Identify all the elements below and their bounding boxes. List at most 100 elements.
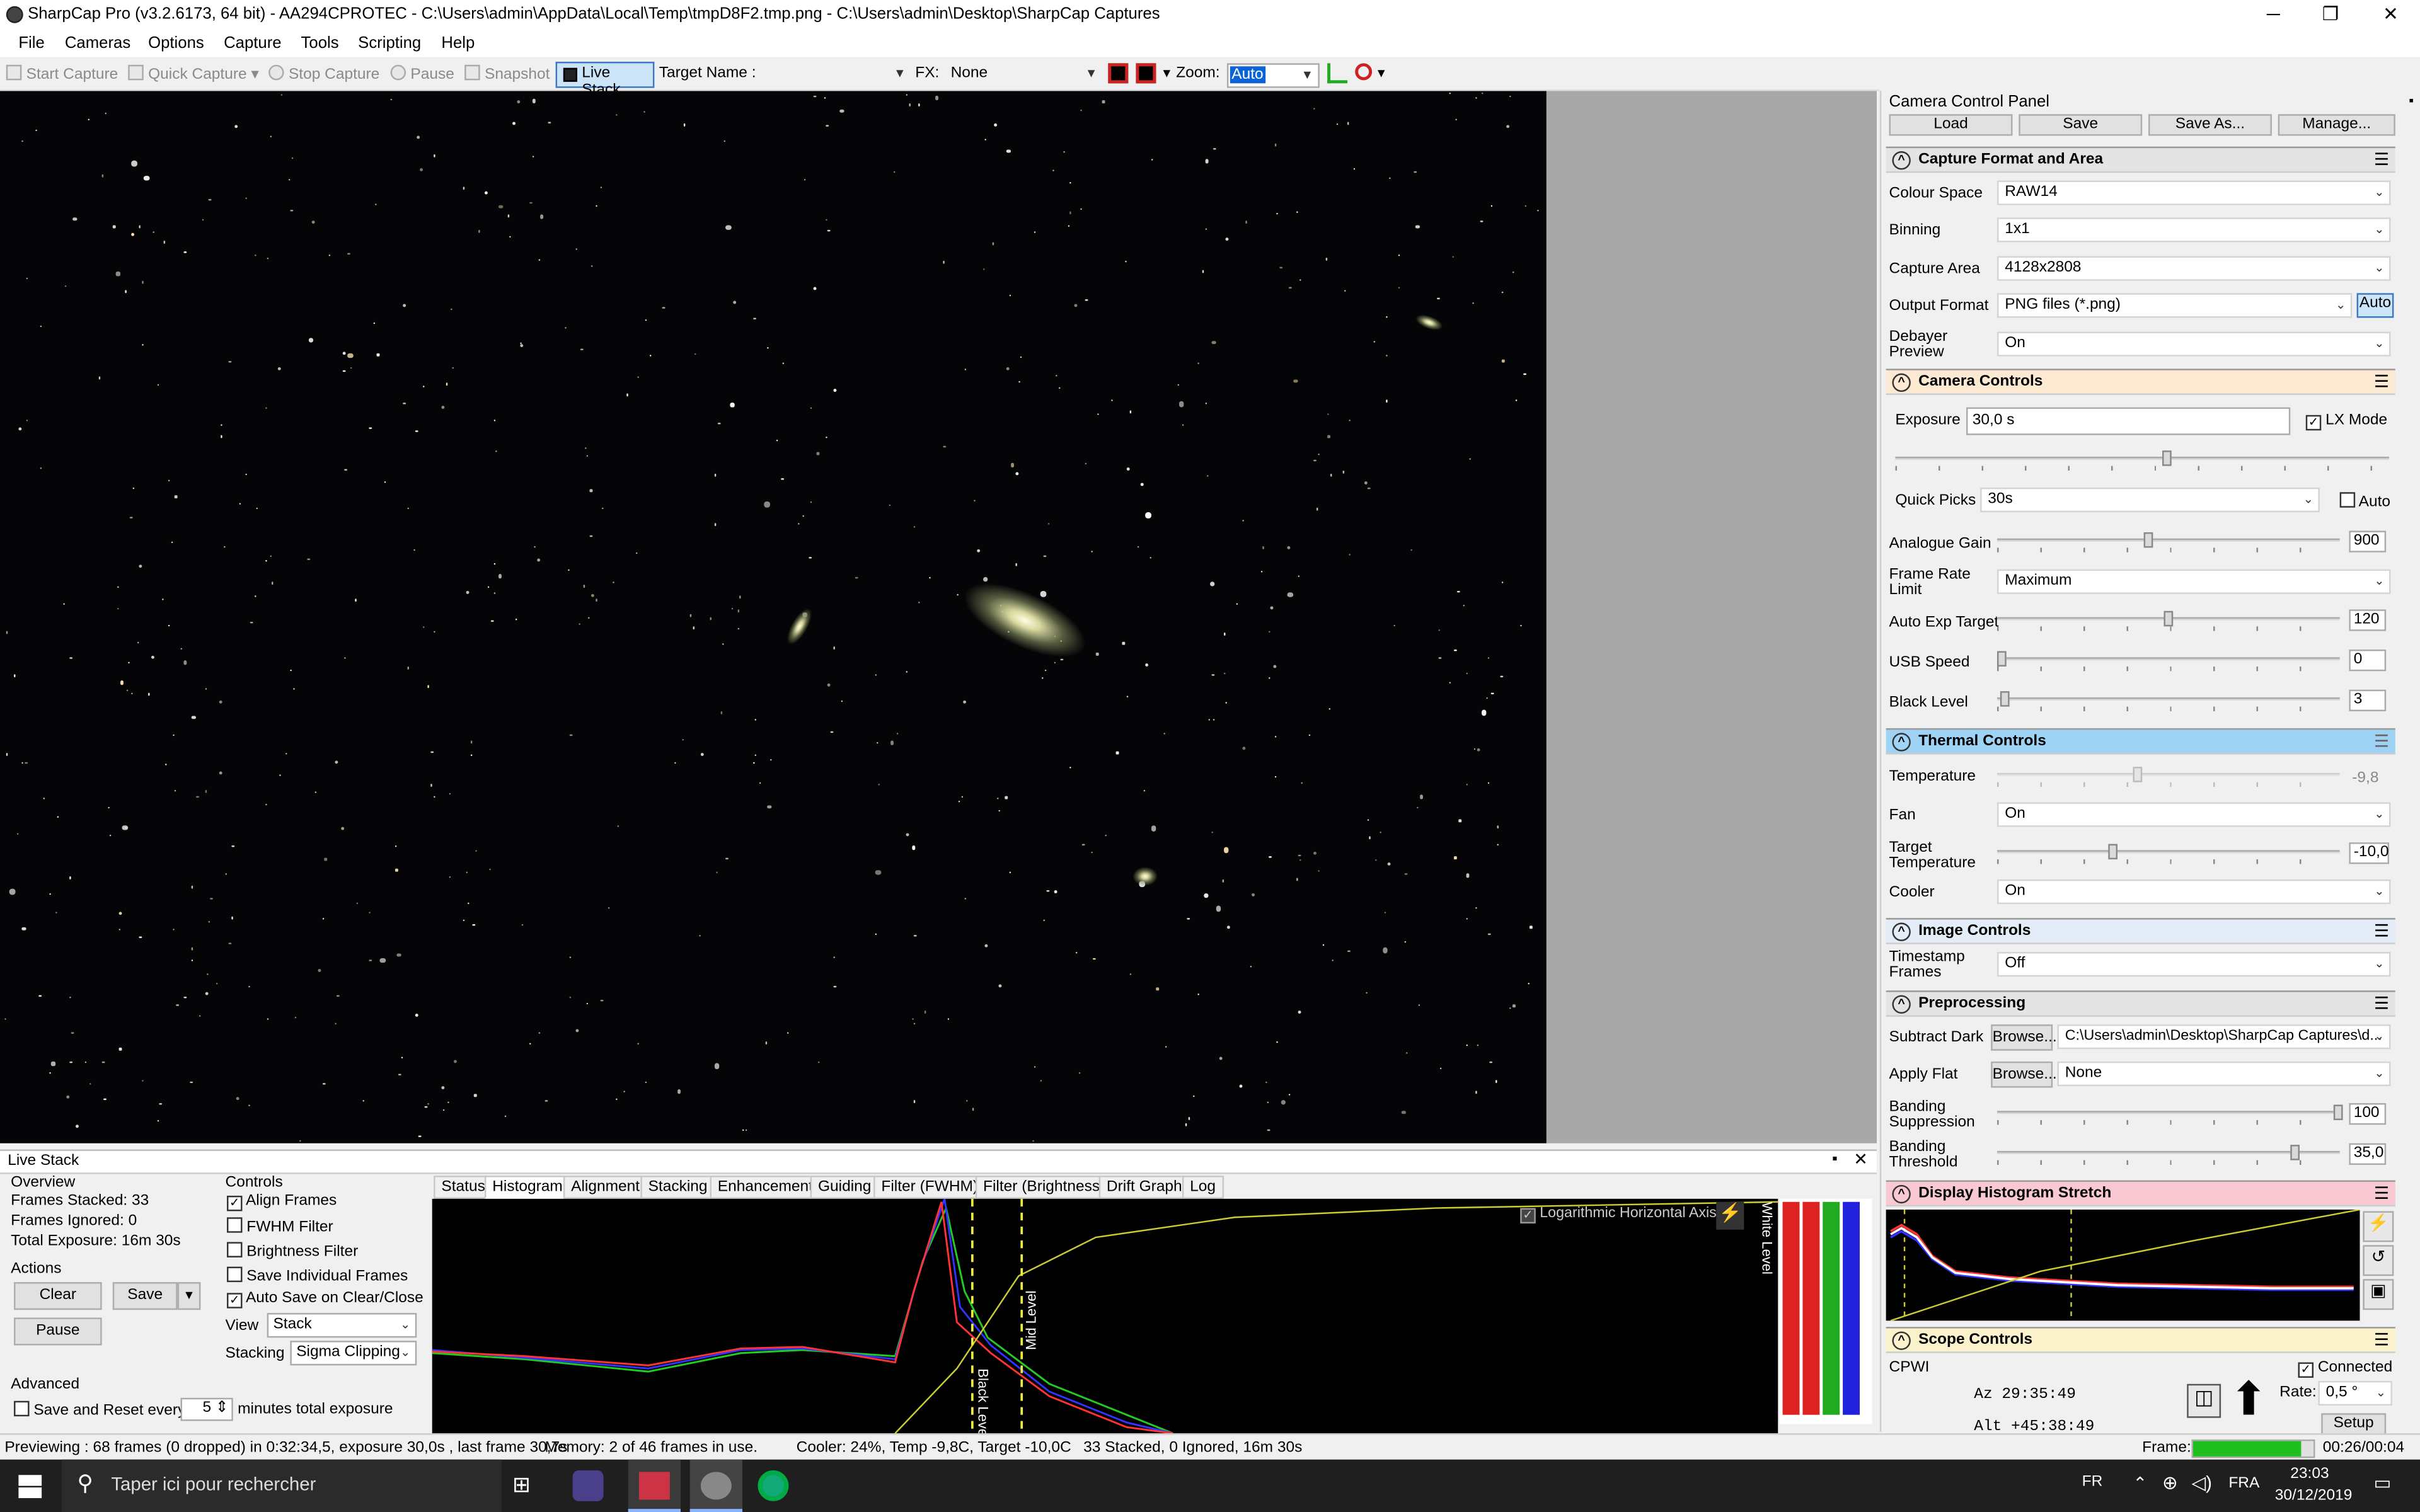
timestamp-frames-select[interactable]: Off ⌄ [1997,952,2391,977]
menu-scripting[interactable]: Scripting [358,34,421,52]
slider-thumb[interactable] [2290,1145,2300,1160]
camera-controls-header[interactable]: ^ Camera Controls ☰ [1886,369,2395,395]
menu-cameras[interactable]: Cameras [65,34,130,52]
scope-controls-header[interactable]: ^ Scope Controls ☰ [1886,1327,2395,1353]
stack-pause-button[interactable]: Pause [14,1317,102,1346]
auto-exp-target-slider[interactable] [1997,610,2340,631]
frame-rate-limit-select[interactable]: Maximum ⌄ [1997,569,2391,594]
reticle-icon[interactable] [1108,63,1129,84]
pin-icon[interactable]: ▪ [1832,1151,1838,1168]
align-frames-checkbox[interactable]: ✓ Align Frames [227,1193,337,1211]
slider-thumb[interactable] [2108,844,2118,860]
black-level-slider[interactable] [1997,691,2340,711]
preview-image[interactable] [0,91,1547,1143]
tab-histogram[interactable]: Histogram [484,1176,571,1199]
tab-filter-fwhm[interactable]: Filter (FWHM) [873,1176,986,1199]
stacking-select[interactable]: Sigma Clipping ⌄ [290,1341,417,1366]
menu-icon[interactable]: ☰ [2374,372,2389,392]
thermal-controls-header[interactable]: ^ Thermal Controls ☰ [1886,728,2395,755]
green-slider-bar[interactable] [1823,1201,1840,1415]
auto-stretch-icon[interactable]: ⚡ [2363,1211,2394,1242]
menu-icon[interactable]: ☰ [2374,1183,2389,1203]
preprocessing-header[interactable]: ^ Preprocessing ☰ [1886,990,2395,1017]
capture-area-select[interactable]: 4128x2808 ⌄ [1997,256,2391,281]
close-icon[interactable]: ✕ [1853,1149,1868,1169]
chevron-up-icon[interactable]: ⌃ [2133,1474,2147,1493]
analogue-gain-input[interactable]: 900 [2349,530,2387,553]
usb-speed-input[interactable]: 0 [2349,650,2387,672]
tab-filter-brightness[interactable]: Filter (Brightness) [975,1176,1113,1199]
menu-icon[interactable]: ☰ [2374,921,2389,941]
menu-capture[interactable]: Capture [224,34,281,52]
quick-picks-auto-checkbox[interactable]: Auto [2339,492,2390,511]
slider-thumb[interactable] [2164,610,2174,627]
menu-help[interactable]: Help [441,34,475,52]
tab-drift-graph[interactable]: Drift Graph [1098,1176,1190,1199]
fwhm-filter-checkbox[interactable]: FWHM Filter [227,1217,333,1236]
stack-histogram[interactable]: ✓ Logarithmic Horizontal Axis ⚡ Mid Leve… [432,1198,1778,1434]
save-reset-checkbox[interactable]: Save and Reset every [14,1400,185,1419]
auto-exp-target-input[interactable]: 120 [2349,609,2387,631]
minimize-icon[interactable]: ─ [2247,0,2300,31]
log-axis-checkbox[interactable]: ✓ Logarithmic Horizontal Axis [1520,1205,1717,1224]
cooler-select[interactable]: On ⌄ [1997,879,2391,905]
tab-guiding[interactable]: Guiding [810,1176,879,1199]
collapse-icon[interactable]: ^ [1892,1184,1911,1204]
output-format-select[interactable]: PNG files (*.png) ⌄ [1997,293,2353,318]
task-view-icon[interactable]: ⊞ [512,1472,531,1498]
menu-icon[interactable]: ☰ [2374,150,2389,169]
slider-thumb[interactable] [2000,691,2010,707]
banding-threshold-input[interactable]: 35,0 [2349,1143,2387,1165]
exposure-slider[interactable] [1895,450,2390,471]
exposure-input[interactable]: 30,0 s [1966,407,2291,435]
save-button[interactable]: Save [2019,114,2143,136]
clock-date[interactable]: 30/12/2019 [2275,1487,2353,1504]
live-stack-button[interactable]: Live Stack [555,61,655,99]
start-capture-button[interactable]: Start Capture [6,64,118,83]
chevron-down-icon[interactable]: ▼ [1161,66,1173,80]
output-auto-button[interactable]: Auto [2356,293,2394,318]
slider-thumb[interactable] [2143,532,2153,548]
reset-icon[interactable]: ↺ [2363,1245,2394,1276]
menu-options[interactable]: Options [148,34,204,52]
brightness-filter-checkbox[interactable]: Brightness Filter [227,1242,358,1261]
apply-flat-select[interactable]: None ⌄ [2057,1061,2391,1087]
menu-icon[interactable]: ☰ [2374,994,2389,1014]
collapse-icon[interactable]: ^ [1892,922,1911,941]
subtract-dark-select[interactable]: C:\Users\admin\Desktop\SharpCap Captures… [2057,1024,2391,1050]
pause-button[interactable]: Pause [390,64,454,83]
volume-icon[interactable]: ◁) [2192,1472,2212,1493]
colour-space-select[interactable]: RAW14 ⌄ [1997,180,2391,205]
network-icon[interactable]: ⊕ [2162,1472,2178,1493]
histogram-stretch-graph[interactable] [1886,1208,2360,1322]
autosave-checkbox[interactable]: ✓ Auto Save on Clear/Close [227,1290,424,1309]
zoom-combo[interactable]: Auto ▼ [1226,63,1320,88]
color-balance-sliders[interactable] [1779,1198,1872,1424]
save-as-button[interactable]: Save As... [2148,114,2272,136]
flat-browse-button[interactable]: Browse... [1991,1061,2057,1088]
focus-icon[interactable] [1136,63,1156,84]
chevron-down-icon[interactable]: ▼ [1375,66,1387,80]
capture-format-header[interactable]: ^ Capture Format and Area ☰ [1886,146,2395,173]
taskbar-search-box[interactable]: ⚲ Taper ici pour rechercher [61,1459,502,1512]
collapse-icon[interactable]: ^ [1892,373,1911,392]
stack-save-button[interactable]: Save [112,1282,178,1310]
maximize-icon[interactable]: ❐ [2304,0,2356,31]
red-slider-bar[interactable] [1802,1201,1820,1415]
binning-select[interactable]: 1x1 ⌄ [1997,217,2391,243]
target-temperature-slider[interactable] [1997,844,2340,864]
manage-button[interactable]: Manage... [2278,114,2395,136]
minutes-stepper[interactable]: 5 ⇕ [180,1397,233,1421]
save-dropdown-icon[interactable]: ▼ [177,1282,201,1310]
quick-capture-button[interactable]: Quick Capture ▾ [128,64,259,83]
connected-checkbox[interactable]: ✓ Connected [2298,1360,2392,1378]
image-controls-header[interactable]: ^ Image Controls ☰ [1886,918,2395,944]
tab-enhancement[interactable]: Enhancement [710,1176,821,1199]
collapse-icon[interactable]: ^ [1892,151,1911,170]
language-indicator[interactable]: FR [2082,1474,2103,1491]
arrow-up-icon[interactable]: ⬆ [2227,1377,2271,1430]
usb-speed-slider[interactable] [1997,651,2340,672]
target-temperature-input[interactable]: -10,0 [2349,842,2390,864]
snapshot-button[interactable]: Snapshot [464,64,550,83]
tab-log[interactable]: Log [1182,1176,1224,1199]
